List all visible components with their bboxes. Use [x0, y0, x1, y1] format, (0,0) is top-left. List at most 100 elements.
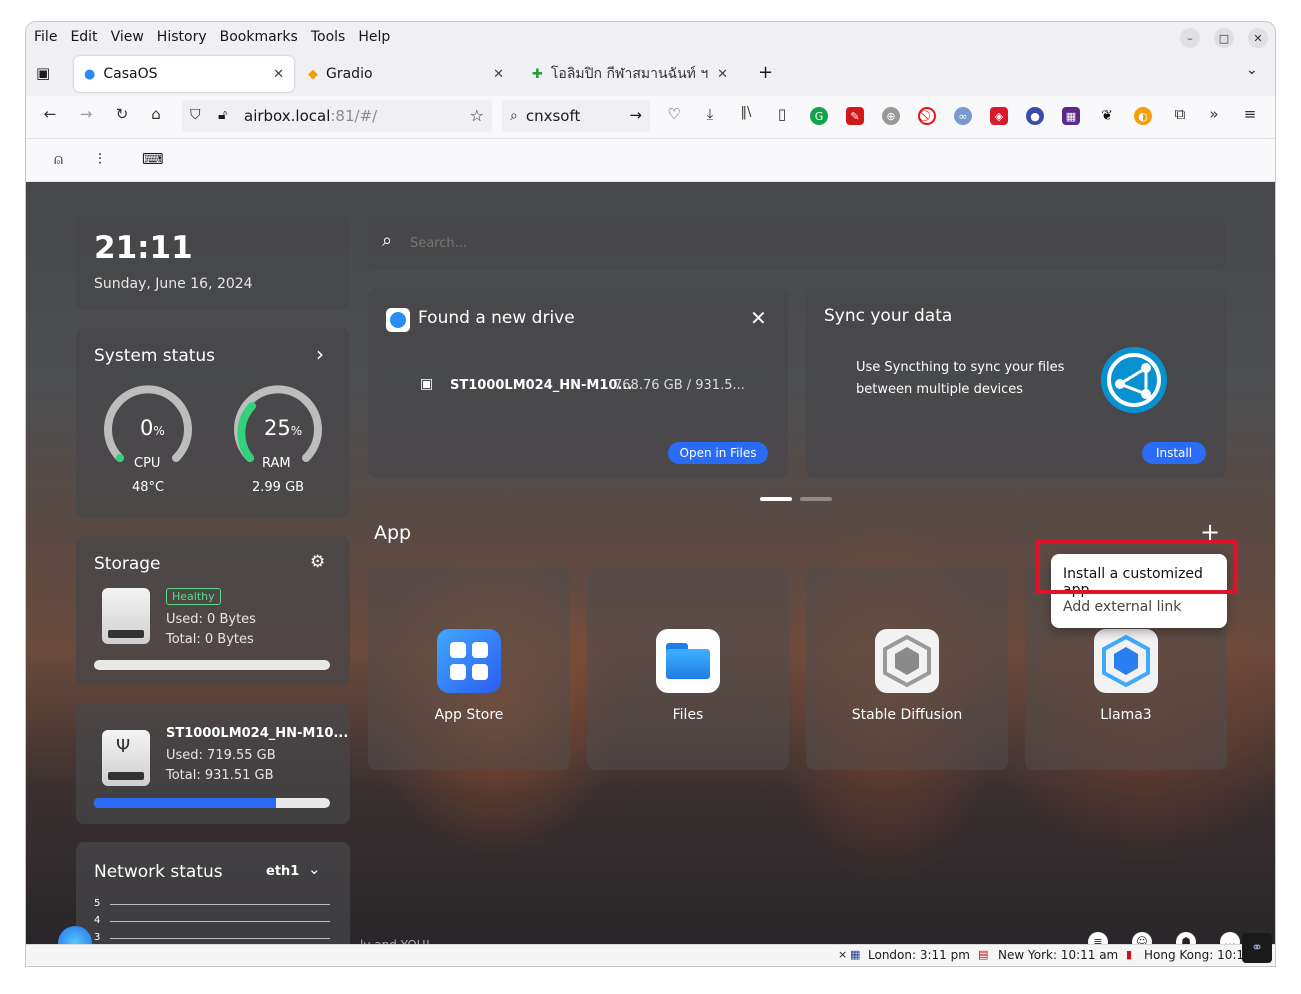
- ram-size: 2.99 GB: [252, 480, 305, 495]
- go-arrow-icon[interactable]: →: [629, 106, 642, 124]
- sidebar-icon[interactable]: ▯: [770, 105, 794, 123]
- pocket-icon[interactable]: ♡: [662, 105, 686, 123]
- dashboard-search-input[interactable]: [408, 230, 1112, 256]
- close-tab-icon[interactable]: ✕: [493, 67, 504, 82]
- menu-tools[interactable]: Tools: [311, 29, 346, 45]
- ublock-icon[interactable]: ◈: [990, 107, 1008, 125]
- new-drive-name: ST1000LM024_HN-M10...: [450, 378, 633, 393]
- globe-icon[interactable]: ⊕: [882, 107, 900, 125]
- chevron-right-icon[interactable]: ›: [316, 342, 324, 366]
- maximize-button[interactable]: □: [1214, 28, 1234, 48]
- hk-flag-icon: ▮: [1126, 948, 1133, 961]
- thai-site-icon: ✚: [532, 66, 543, 82]
- search-bar[interactable]: ⌕ cnxsoft →: [502, 100, 650, 132]
- app-card-files[interactable]: Files: [587, 568, 789, 770]
- casaos-icon: [386, 308, 410, 332]
- clock-widget: 21:11 Sunday, June 16, 2024: [76, 216, 350, 310]
- minimize-button[interactable]: –: [1180, 28, 1200, 48]
- close-icon[interactable]: ✕: [750, 306, 767, 330]
- storage-usage-bar: [94, 660, 330, 670]
- terminal-icon[interactable]: ⌨: [142, 150, 164, 168]
- new-tab-icon[interactable]: +: [758, 62, 773, 83]
- flame-icon[interactable]: ◐: [1134, 107, 1152, 125]
- close-tab-icon[interactable]: ✕: [717, 66, 728, 82]
- url-bar[interactable]: ⛉ 🔓︎ airbox.local:81/#/ ☆: [182, 100, 492, 132]
- world-icon[interactable]: ●: [1026, 107, 1044, 125]
- grid-line: [110, 938, 330, 939]
- puzzle-grid-icon[interactable]: ▦: [1062, 107, 1080, 125]
- open-in-files-button[interactable]: Open in Files: [668, 442, 768, 464]
- drive-used: Used: 719.55 GB: [166, 748, 276, 763]
- system-status-widget: System status › 0% CPU 48°C 25% RAM 2.99…: [76, 328, 350, 518]
- link-icon[interactable]: ∞: [954, 107, 972, 125]
- gradio-icon: ◆: [308, 66, 318, 82]
- network-iface[interactable]: eth1: [266, 864, 299, 879]
- drive-total: Total: 931.51 GB: [166, 768, 274, 783]
- close-clock-icon[interactable]: ×: [838, 948, 847, 961]
- forward-icon[interactable]: →: [74, 105, 98, 123]
- navigation-bar: ← → ↻ ⌂ ⛉ 🔓︎ airbox.local:81/#/ ☆ ⌕ cnxs…: [26, 96, 1275, 139]
- syncthing-icon: [1101, 347, 1167, 413]
- app-label: Stable Diffusion: [851, 707, 963, 723]
- home-icon[interactable]: ⌂: [144, 105, 168, 123]
- ram-label: RAM: [262, 456, 291, 471]
- ram-percent: 25%: [264, 416, 303, 440]
- drive-usage-bar: [94, 798, 330, 808]
- tab-casaos[interactable]: ● CasaOS ✕: [74, 56, 294, 92]
- menu-help[interactable]: Help: [358, 29, 390, 45]
- app-card-app-store[interactable]: App Store: [368, 568, 570, 770]
- storage-total: Total: 0 Bytes: [166, 632, 254, 647]
- block-icon[interactable]: ⃠: [918, 107, 936, 125]
- install-syncthing-button[interactable]: Install: [1142, 442, 1206, 464]
- tab-thai-site[interactable]: ✚ โอลิมปิก กีฬาสมานฉันท์ ฯ ✕: [522, 56, 738, 92]
- extensions-icon[interactable]: ⧉: [1168, 105, 1192, 123]
- app-card-stable-diffusion[interactable]: Stable Diffusion: [806, 568, 1008, 770]
- download-icon[interactable]: ⤓: [698, 105, 722, 123]
- menu-history[interactable]: History: [157, 29, 207, 45]
- library-icon[interactable]: ‖\: [734, 105, 758, 120]
- back-icon[interactable]: ←: [38, 105, 62, 123]
- menu-bookmarks[interactable]: Bookmarks: [220, 29, 298, 45]
- menu-view[interactable]: View: [111, 29, 144, 45]
- settings-sliders-icon[interactable]: ⫶: [98, 150, 102, 168]
- tab-label: Gradio: [326, 66, 373, 82]
- storage-title: Storage: [94, 554, 161, 574]
- menu-file[interactable]: File: [34, 29, 57, 45]
- carousel-dot-active[interactable]: [760, 497, 792, 501]
- search-icon: ⌕: [510, 108, 518, 124]
- bookmark-star-icon[interactable]: ☆: [470, 106, 484, 125]
- url-text[interactable]: airbox.local:81/#/: [244, 107, 377, 125]
- user-icon[interactable]: ⍝: [54, 150, 63, 168]
- carousel-dot[interactable]: [800, 497, 832, 501]
- llama3-icon: [1094, 629, 1158, 693]
- overflow-chevrons-icon[interactable]: »: [1202, 105, 1226, 123]
- network-tick: 3: [94, 932, 101, 943]
- sync-card: Sync your data Use Syncthing to sync you…: [806, 288, 1226, 478]
- search-widget[interactable]: ⌕: [368, 216, 1226, 270]
- add-external-link-item[interactable]: Add external link: [1063, 599, 1181, 615]
- tab-bar: ▣ ● CasaOS ✕ ◆ Gradio ✕ ✚ โอลิมปิก กีฬาส…: [26, 54, 1275, 94]
- lock-icon[interactable]: 🔓︎: [218, 107, 227, 123]
- gear-icon[interactable]: ⚙: [310, 552, 325, 572]
- close-tab-icon[interactable]: ✕: [273, 67, 284, 82]
- chevron-down-icon[interactable]: ⌄: [308, 860, 321, 878]
- casaos-icon: ●: [84, 66, 96, 82]
- link-settings-icon[interactable]: ⚭: [1242, 933, 1272, 963]
- hamburger-menu-icon[interactable]: ≡: [1238, 105, 1262, 123]
- pdf-icon[interactable]: ✎: [846, 107, 864, 125]
- tab-list-icon[interactable]: ▣: [36, 64, 50, 82]
- cpu-gauge-fill: [116, 454, 124, 462]
- tab-gradio[interactable]: ◆ Gradio ✕: [298, 56, 514, 92]
- tab-label: โอลิมปิก กีฬาสมานฉันท์ ฯ: [550, 66, 709, 82]
- drive-widget: Ψ ST1000LM024_HN-M10... Used: 719.55 GB …: [76, 704, 350, 824]
- chevron-down-icon[interactable]: ⌄: [1246, 62, 1258, 78]
- grammarly-icon[interactable]: G: [810, 107, 828, 125]
- paw-icon[interactable]: ❦: [1098, 107, 1116, 125]
- shield-icon[interactable]: ⛉: [190, 107, 201, 123]
- close-window-button[interactable]: ✕: [1248, 28, 1268, 48]
- menu-edit[interactable]: Edit: [70, 29, 97, 45]
- reload-icon[interactable]: ↻: [110, 105, 134, 123]
- search-text[interactable]: cnxsoft: [526, 107, 581, 125]
- app-label: Llama3: [1100, 707, 1152, 723]
- sync-desc-line1: Use Syncthing to sync your files: [856, 360, 1065, 375]
